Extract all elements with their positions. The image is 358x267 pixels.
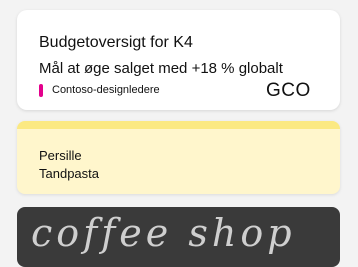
ink-initials: GCO xyxy=(266,80,311,101)
tag-label: Contoso-designledere xyxy=(52,84,160,96)
note-item-list: Persille Tandpasta xyxy=(39,147,99,183)
tag-color-marker xyxy=(39,83,43,97)
note-title: Budgetoversigt for K4 xyxy=(39,34,193,51)
note-card-budget[interactable]: Budgetoversigt for K4 Mål at øge salget … xyxy=(17,10,340,110)
list-item: Tandpasta xyxy=(39,166,99,181)
note-card-list[interactable]: Persille Tandpasta xyxy=(17,121,340,194)
list-item: Persille xyxy=(39,148,82,163)
chalkboard-image-text: coffee shop xyxy=(31,211,296,255)
note-subtitle: Mål at øge salget med +18 % globalt xyxy=(39,60,283,77)
note-color-bar xyxy=(17,121,340,129)
note-card-image[interactable]: coffee shop xyxy=(17,207,340,267)
note-tag: Contoso-designledere xyxy=(39,83,160,97)
